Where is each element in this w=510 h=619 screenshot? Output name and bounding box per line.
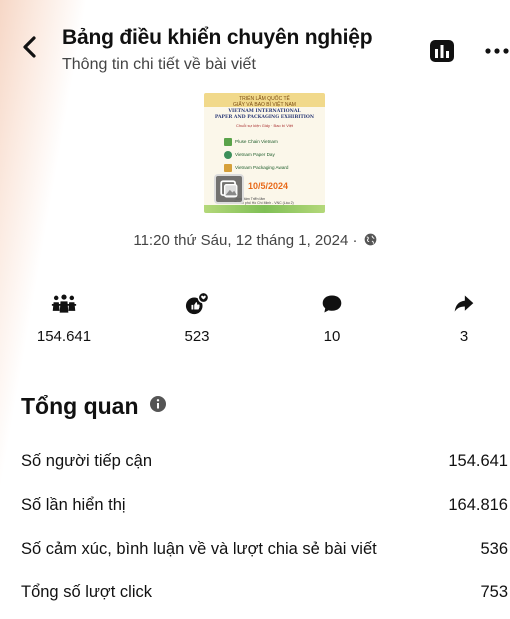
globe-icon — [364, 233, 376, 246]
more-horizontal-icon[interactable] — [484, 40, 510, 62]
post-thumbnail[interactable]: TRIỂN LÃM QUỐC TẾ GIẤY VÀ BAO BÌ VIỆT NA… — [204, 93, 325, 213]
reaction-icon — [185, 292, 210, 315]
thumbnail-date: 10/5/2024 — [248, 181, 289, 191]
thumbnail-row: Vietnam Paper Day — [224, 150, 275, 159]
metric-comments[interactable]: 10 — [287, 292, 377, 345]
page-subtitle: Thông tin chi tiết về bài viết — [62, 56, 256, 73]
overview-row-value: 753 — [480, 583, 508, 601]
overview-row-value: 536 — [480, 540, 508, 558]
overview-title: Tổng quan — [21, 393, 139, 419]
share-icon — [454, 295, 474, 312]
thumbnail-grass-decoration — [204, 205, 325, 213]
overview-row-label: Số cảm xúc, bình luận về và lượt chia sẻ… — [21, 540, 377, 558]
overview-row-reach: Số người tiếp cận 154.641 — [21, 452, 508, 476]
info-icon[interactable] — [149, 395, 167, 413]
overview-row-impressions: Số lần hiển thị 164.816 — [21, 496, 508, 520]
thumbnail-header-text: TRIỂN LÃM QUỐC TẾ GIẤY VÀ BAO BÌ VIỆT NA… — [233, 96, 296, 108]
timestamp-text: 11:20 thứ Sáu, 12 tháng 1, 2024 · — [133, 232, 358, 249]
metric-reach-value: 154.641 — [36, 328, 92, 345]
overview-row-label: Tổng số lượt click — [21, 583, 152, 601]
photo-icon — [214, 174, 244, 204]
chevron-left-icon[interactable] — [18, 34, 44, 60]
overview-row-label: Số người tiếp cận — [21, 452, 153, 470]
comment-icon — [322, 295, 342, 313]
thumbnail-row: Vietnam Packaging Award — [224, 163, 288, 172]
thumbnail-title: VIETNAM INTERNATIONAL PAPER AND PACKAGIN… — [214, 109, 315, 120]
overview-heading: Tổng quan — [21, 393, 167, 420]
overview-row-clicks: Tổng số lượt click 753 — [21, 583, 508, 607]
people-reach-icon — [51, 294, 77, 313]
metric-reactions[interactable]: 523 — [152, 292, 242, 345]
metric-shares-value: 3 — [459, 328, 469, 345]
thumbnail-row: Pluse Chain Vietnam — [224, 137, 278, 146]
metric-reactions-value: 523 — [184, 328, 210, 345]
header: Bảng điều khiển chuyên nghiệp Thông tin … — [0, 0, 510, 90]
overview-row-value: 164.816 — [448, 496, 508, 514]
thumbnail-subtitle: Chuỗi sự kiện Giấy · Bao bì Việt — [235, 123, 294, 128]
thumbnail-header: TRIỂN LÃM QUỐC TẾ GIẤY VÀ BAO BÌ VIỆT NA… — [204, 93, 325, 108]
metric-shares[interactable]: 3 — [419, 292, 509, 345]
overview-row-engagement: Số cảm xúc, bình luận về và lượt chia sẻ… — [21, 540, 508, 564]
bar-chart-icon[interactable] — [430, 40, 454, 62]
page-title: Bảng điều khiển chuyên nghiệp — [62, 26, 373, 49]
metric-comments-value: 10 — [323, 328, 341, 345]
metric-reach[interactable]: 154.641 — [19, 292, 109, 345]
thumbnail-footer: Trung tâm Triển lãm Thành phố Hồ Chí Min… — [234, 197, 294, 205]
overview-row-value: 154.641 — [448, 452, 508, 470]
overview-row-label: Số lần hiển thị — [21, 496, 126, 514]
post-timestamp: 11:20 thứ Sáu, 12 tháng 1, 2024 · — [0, 232, 510, 249]
